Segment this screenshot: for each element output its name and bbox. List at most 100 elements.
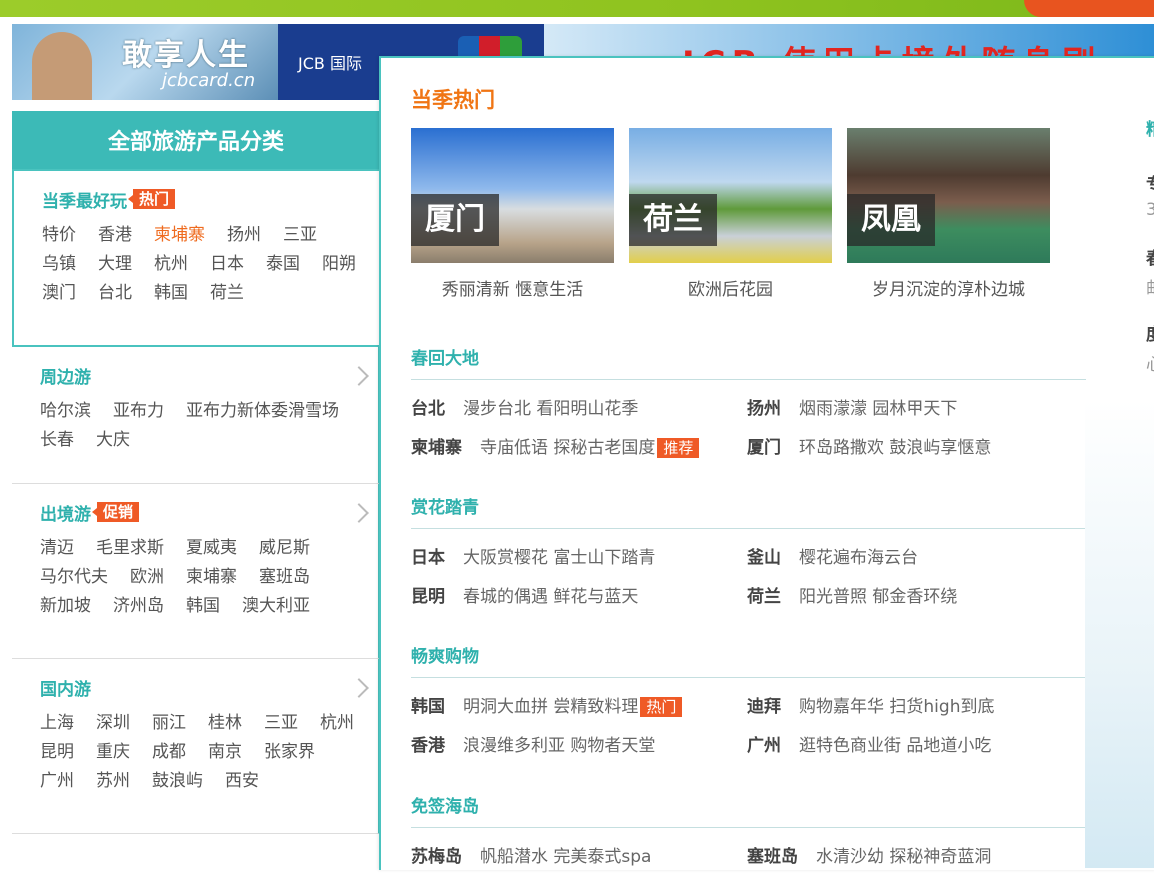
destination-link[interactable]: 日本: [210, 250, 244, 279]
destination-link[interactable]: 泰国: [266, 250, 300, 279]
item-desc[interactable]: 帆船潜水 完美泰式spa: [480, 847, 651, 867]
sidebar-section-domestic[interactable]: 国内游 上海 深圳 丽江 桂林 三亚 杭州 昆明 重庆 成都 南京 张家界 广州…: [12, 659, 380, 834]
item-desc[interactable]: 环岛路撒欢 鼓浪屿享惬意: [799, 438, 991, 458]
item-desc[interactable]: 漫步台北 看阳明山花季: [463, 399, 638, 419]
destination-link[interactable]: 威尼斯: [259, 534, 310, 563]
category-item[interactable]: 塞班岛 水清沙幼 探秘神奇蓝洞: [747, 838, 1086, 877]
destination-link[interactable]: 南京: [208, 738, 242, 767]
destination-link[interactable]: 杭州: [320, 709, 354, 738]
category-item[interactable]: 柬埔寨 寺庙低语 探秘古老国度 推荐: [411, 429, 747, 468]
item-city[interactable]: 柬埔寨: [411, 438, 462, 458]
card-subtitle[interactable]: 欧洲后花园: [629, 275, 832, 300]
item-city[interactable]: 韩国: [411, 697, 445, 717]
item-desc[interactable]: 水清沙幼 探秘神奇蓝洞: [816, 847, 991, 867]
destination-link[interactable]: 三亚: [264, 709, 298, 738]
destination-link[interactable]: 荷兰: [210, 279, 244, 308]
destination-link[interactable]: 鼓浪屿: [152, 767, 203, 796]
item-city[interactable]: 日本: [411, 548, 445, 568]
item-city[interactable]: 香港: [411, 736, 445, 756]
destination-link[interactable]: 昆明: [40, 738, 74, 767]
card-subtitle[interactable]: 岁月沉淀的淳朴边城: [847, 275, 1050, 300]
destination-link[interactable]: 欧洲: [130, 563, 164, 592]
destination-link[interactable]: 亚布力新体委滑雪场: [186, 397, 339, 426]
item-desc[interactable]: 大阪赏樱花 富士山下踏青: [463, 548, 655, 568]
category-item[interactable]: 台北 漫步台北 看阳明山花季: [411, 390, 747, 429]
item-desc[interactable]: 春城的偶遇 鲜花与蓝天: [463, 587, 638, 607]
category-item[interactable]: 香港 浪漫维多利亚 购物者天堂: [411, 727, 747, 766]
destination-link[interactable]: 丽江: [152, 709, 186, 738]
destination-link[interactable]: 重庆: [96, 738, 130, 767]
destination-link[interactable]: 塞班岛: [259, 563, 310, 592]
item-city[interactable]: 广州: [747, 736, 781, 756]
destination-link[interactable]: 哈尔滨: [40, 397, 91, 426]
destination-link[interactable]: 三亚: [283, 221, 317, 250]
item-city[interactable]: 塞班岛: [747, 847, 798, 867]
destination-link[interactable]: 特价: [42, 221, 76, 250]
item-city[interactable]: 台北: [411, 399, 445, 419]
destination-link[interactable]: 上海: [40, 709, 74, 738]
item-city[interactable]: 迪拜: [747, 697, 781, 717]
card-image[interactable]: 荷兰: [629, 128, 832, 263]
destination-link[interactable]: 杭州: [154, 250, 188, 279]
card-image[interactable]: 厦门: [411, 128, 614, 263]
destination-link[interactable]: 桂林: [208, 709, 242, 738]
item-city[interactable]: 釜山: [747, 548, 781, 568]
destination-link[interactable]: 马尔代夫: [40, 563, 108, 592]
item-desc[interactable]: 浪漫维多利亚 购物者天堂: [463, 736, 655, 756]
destination-link[interactable]: 夏威夷: [186, 534, 237, 563]
card-image[interactable]: 凤凰: [847, 128, 1050, 263]
featured-card[interactable]: 凤凰 岁月沉淀的淳朴边城: [847, 128, 1050, 300]
destination-link[interactable]: 澳大利亚: [242, 592, 310, 621]
category-item[interactable]: 韩国 明洞大血拼 尝精致料理 热门: [411, 688, 747, 727]
item-city[interactable]: 厦门: [747, 438, 781, 458]
destination-link[interactable]: 成都: [152, 738, 186, 767]
destination-link[interactable]: 大理: [98, 250, 132, 279]
destination-link[interactable]: 扬州: [227, 221, 261, 250]
destination-link-highlight[interactable]: 柬埔寨: [154, 221, 205, 250]
destination-link[interactable]: 济州岛: [113, 592, 164, 621]
featured-card[interactable]: 厦门 秀丽清新 惬意生活: [411, 128, 614, 300]
destination-link[interactable]: 清迈: [40, 534, 74, 563]
category-item[interactable]: 迪拜 购物嘉年华 扫货high到底: [747, 688, 1086, 727]
destination-link[interactable]: 张家界: [264, 738, 315, 767]
category-item[interactable]: 广州 逛特色商业街 品地道小吃: [747, 727, 1086, 766]
sidebar-section-seasonal[interactable]: 当季最好玩 热门 特价 香港 柬埔寨 扬州 三亚 乌镇 大理 杭州 日本 泰国 …: [12, 169, 380, 347]
item-city[interactable]: 昆明: [411, 587, 445, 607]
destination-link[interactable]: 韩国: [186, 592, 220, 621]
item-desc[interactable]: 逛特色商业街 品地道小吃: [799, 736, 991, 756]
destination-link[interactable]: 韩国: [154, 279, 188, 308]
destination-link[interactable]: 香港: [98, 221, 132, 250]
destination-link[interactable]: 澳门: [42, 279, 76, 308]
destination-link[interactable]: 柬埔寨: [186, 563, 237, 592]
destination-link[interactable]: 长春: [40, 426, 74, 455]
destination-link[interactable]: 深圳: [96, 709, 130, 738]
destination-link[interactable]: 广州: [40, 767, 74, 796]
item-desc[interactable]: 阳光普照 郁金香环绕: [799, 587, 957, 607]
item-desc[interactable]: 购物嘉年华 扫货high到底: [799, 697, 994, 717]
category-item[interactable]: 日本 大阪赏樱花 富士山下踏青: [411, 539, 747, 578]
item-desc[interactable]: 烟雨濛濛 园林甲天下: [799, 399, 957, 419]
item-desc[interactable]: 明洞大血拼 尝精致料理: [463, 697, 638, 717]
featured-card[interactable]: 荷兰 欧洲后花园: [629, 128, 832, 300]
sidebar-section-outbound[interactable]: 出境游 促销 清迈 毛里求斯 夏威夷 威尼斯 马尔代夫 欧洲 柬埔寨 塞班岛 新…: [12, 484, 380, 659]
category-item[interactable]: 厦门 环岛路撒欢 鼓浪屿享惬意: [747, 429, 1086, 468]
category-item[interactable]: 昆明 春城的偶遇 鲜花与蓝天: [411, 578, 747, 617]
destination-link[interactable]: 大庆: [96, 426, 130, 455]
destination-link[interactable]: 台北: [98, 279, 132, 308]
destination-link[interactable]: 新加坡: [40, 592, 91, 621]
category-item[interactable]: 扬州 烟雨濛濛 园林甲天下: [747, 390, 1086, 429]
destination-link[interactable]: 亚布力: [113, 397, 164, 426]
item-city[interactable]: 荷兰: [747, 587, 781, 607]
card-subtitle[interactable]: 秀丽清新 惬意生活: [411, 275, 614, 300]
item-desc[interactable]: 寺庙低语 探秘古老国度: [480, 438, 655, 458]
item-city[interactable]: 苏梅岛: [411, 847, 462, 867]
destination-link[interactable]: 乌镇: [42, 250, 76, 279]
category-item[interactable]: 苏梅岛 帆船潜水 完美泰式spa: [411, 838, 747, 877]
category-item[interactable]: 荷兰 阳光普照 郁金香环绕: [747, 578, 1086, 617]
destination-link[interactable]: 西安: [225, 767, 259, 796]
destination-link[interactable]: 毛里求斯: [96, 534, 164, 563]
category-item[interactable]: 釜山 樱花遍布海云台: [747, 539, 1086, 578]
destination-link[interactable]: 苏州: [96, 767, 130, 796]
item-city[interactable]: 扬州: [747, 399, 781, 419]
destination-link[interactable]: 阳朔: [322, 250, 356, 279]
